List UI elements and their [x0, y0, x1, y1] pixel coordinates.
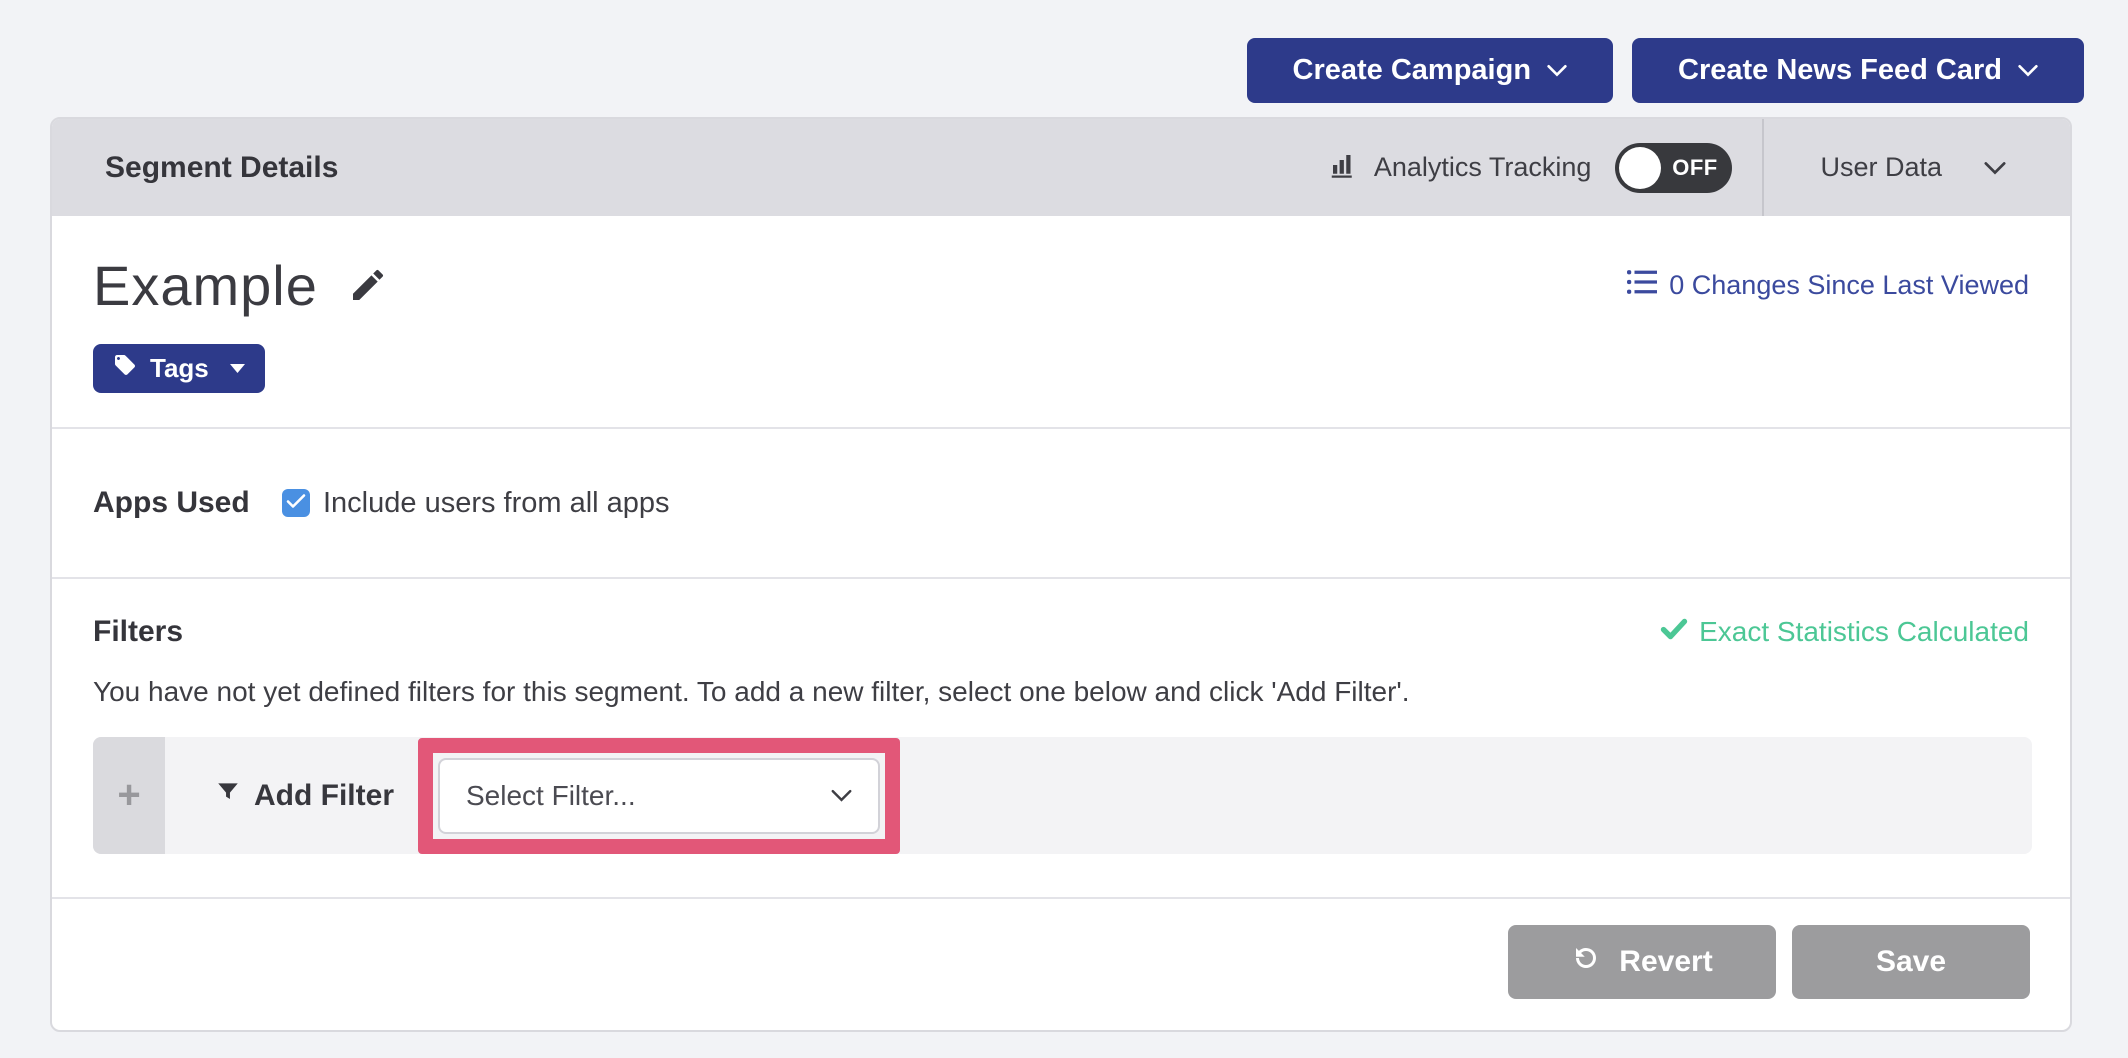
user-data-dropdown[interactable]: User Data	[1764, 152, 2070, 183]
add-filter-row: + Add Filter Select Filter...	[93, 737, 2032, 854]
changes-link-label: 0 Changes Since Last Viewed	[1669, 270, 2029, 301]
analytics-tracking-label: Analytics Tracking	[1374, 152, 1592, 183]
create-campaign-button[interactable]: Create Campaign	[1247, 38, 1614, 103]
filters-section: Filters Exact Statistics Calculated You …	[52, 577, 2070, 897]
add-filter-label-group: Add Filter	[215, 779, 394, 813]
apps-used-section: Apps Used Include users from all apps	[52, 427, 2070, 577]
plus-icon: +	[117, 773, 140, 818]
footer-actions: Revert Save	[52, 897, 2070, 999]
add-filter-plus-button[interactable]: +	[93, 737, 165, 854]
chevron-down-icon	[1984, 161, 2006, 175]
analytics-tracking-toggle[interactable]: OFF	[1615, 143, 1732, 193]
add-filter-label: Add Filter	[254, 779, 394, 813]
analytics-tracking-group: Analytics Tracking OFF	[1328, 143, 1763, 193]
save-label: Save	[1876, 945, 1946, 979]
save-button[interactable]: Save	[1792, 925, 2030, 999]
check-icon	[1660, 616, 1688, 648]
toggle-knob	[1619, 147, 1661, 189]
filters-title: Filters	[93, 615, 183, 649]
create-news-feed-card-button[interactable]: Create News Feed Card	[1632, 38, 2084, 103]
pencil-icon	[348, 265, 388, 308]
segment-details-page: { "topbar": { "create_campaign_label": "…	[0, 0, 2128, 1058]
segment-details-card: Segment Details Analytics Tracking OFF U…	[50, 117, 2072, 1032]
changes-since-last-viewed-link[interactable]: 0 Changes Since Last Viewed	[1627, 270, 2029, 301]
revert-icon	[1571, 943, 1601, 981]
check-icon	[286, 493, 306, 514]
chevron-down-icon	[1547, 64, 1567, 77]
create-news-feed-card-label: Create News Feed Card	[1678, 54, 2002, 87]
apps-used-label: Apps Used	[93, 486, 282, 520]
revert-label: Revert	[1619, 945, 1712, 979]
select-filter-highlight: Select Filter...	[418, 738, 900, 854]
segment-name: Example	[93, 258, 318, 314]
include-all-apps-checkbox[interactable]	[282, 489, 310, 517]
chevron-down-icon	[2018, 64, 2038, 77]
top-action-bar: Create Campaign Create News Feed Card	[1247, 38, 2084, 103]
chevron-down-icon	[831, 789, 852, 802]
card-header: Segment Details Analytics Tracking OFF U…	[52, 119, 2070, 216]
title-section: Example 0 Changes	[52, 216, 2070, 427]
exact-statistics-label: Exact Statistics Calculated	[1699, 616, 2029, 648]
bar-chart-icon	[1328, 150, 1358, 185]
toggle-state-label: OFF	[1661, 155, 1732, 181]
tags-label: Tags	[150, 353, 209, 384]
create-campaign-label: Create Campaign	[1293, 54, 1532, 87]
list-icon	[1627, 270, 1657, 301]
edit-name-button[interactable]	[348, 265, 388, 308]
caret-down-icon	[230, 364, 245, 373]
select-filter-placeholder: Select Filter...	[466, 780, 636, 812]
include-all-apps-label: Include users from all apps	[323, 487, 670, 520]
page-title: Segment Details	[52, 151, 338, 185]
tag-icon	[113, 353, 137, 384]
funnel-icon	[215, 779, 241, 813]
user-data-label: User Data	[1820, 152, 1942, 183]
exact-statistics-status: Exact Statistics Calculated	[1660, 616, 2029, 648]
filters-empty-text: You have not yet defined filters for thi…	[93, 676, 2029, 708]
revert-button[interactable]: Revert	[1508, 925, 1776, 999]
tags-button[interactable]: Tags	[93, 344, 265, 393]
select-filter-dropdown[interactable]: Select Filter...	[438, 758, 880, 834]
